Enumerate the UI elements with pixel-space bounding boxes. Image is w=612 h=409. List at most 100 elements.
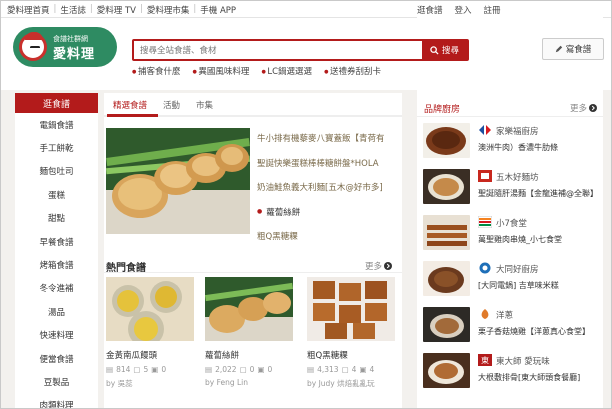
- separator: |: [89, 4, 93, 14]
- sidebar-item[interactable]: 蛋糕: [15, 183, 98, 206]
- top-link-magazine[interactable]: 生活誌: [60, 4, 86, 16]
- recipe-title[interactable]: 粗Q黑糖粿: [307, 349, 395, 361]
- views-icon: ▤: [307, 365, 315, 374]
- hot-link[interactable]: 捕客食什麼: [132, 65, 181, 77]
- sidebar-item[interactable]: 甜點: [15, 207, 98, 230]
- recipe-author[interactable]: by 吳蕊: [106, 378, 194, 389]
- brand-recipe-link[interactable]: 澳洲牛肉）香濃牛肋條: [478, 142, 601, 153]
- headline-link[interactable]: 聖誕快樂蛋糕棒棒糖餅盤*HOLA: [257, 151, 399, 176]
- featured-recipe-image[interactable]: [106, 128, 250, 234]
- brand-entry[interactable]: 家樂福廚房 澳洲牛肉）香濃牛肋條: [423, 123, 601, 163]
- tab-events[interactable]: 活動: [163, 99, 180, 111]
- brand-recipe-link[interactable]: 大根敷排骨[東大師頭食餐廳]: [478, 372, 601, 383]
- hot-link[interactable]: 異國風味料理: [192, 65, 249, 77]
- recipe-thumbnail[interactable]: [205, 277, 293, 341]
- headline-link[interactable]: 奶油鮭魚義大利麵[五木@好市多]: [257, 175, 399, 200]
- recipe-thumbnail[interactable]: [106, 277, 194, 341]
- top-link-market[interactable]: 愛料理市集: [147, 4, 190, 16]
- brand-recipe-link[interactable]: [大同電鍋] 吉草味米糕: [478, 280, 601, 291]
- arrow-right-circle-icon: [384, 262, 392, 270]
- recipe-card[interactable]: 蘿蔔絲餅 ▤ 2,022 ▢ 0 ▣ 0 by Feng Lin: [205, 277, 293, 387]
- comments-icon: ▣: [359, 365, 367, 374]
- top-link-app[interactable]: 手機 APP: [200, 4, 236, 16]
- separator: |: [53, 4, 57, 14]
- sidebar-item[interactable]: 電鍋食譜: [15, 113, 98, 136]
- brand-name[interactable]: 洋蔥: [496, 309, 513, 321]
- recipe-card[interactable]: 金黃南瓜饅頭 ▤ 814 ▢ 5 ▣ 0 by 吳蕊: [106, 277, 194, 389]
- sidebar-item[interactable]: 烤箱食譜: [15, 253, 98, 276]
- recipe-stats: ▤ 814 ▢ 5 ▣ 0: [106, 365, 194, 374]
- brand-thumbnail[interactable]: [423, 123, 470, 158]
- browser-frame: 愛料理首頁 | 生活誌 | 愛料理 TV | 愛料理市集 | 手機 APP 逛食…: [0, 0, 612, 409]
- brand-name[interactable]: 五木好麵坊: [496, 171, 539, 183]
- brand-name[interactable]: 家樂福廚房: [496, 125, 539, 137]
- sidebar-header[interactable]: 逛食譜: [15, 93, 98, 113]
- views-count: 814: [116, 365, 131, 374]
- recipe-card[interactable]: 粗Q黑糖粿 ▤ 4,313 ▢ 4 ▣ 4 by Judy 烘焙亂亂玩: [307, 277, 395, 389]
- brand-recipe-link[interactable]: 栗子香菇燒雞【洋蔥真心食堂】: [478, 326, 601, 337]
- likes-icon: ▢: [239, 365, 247, 374]
- brand-recipe-link[interactable]: 聖誕隨肝湯麵【金龍進補@全聯】: [478, 188, 601, 199]
- recipe-title[interactable]: 蘿蔔絲餅: [205, 349, 293, 361]
- brand-name[interactable]: 大同好廚房: [496, 263, 539, 275]
- popular-more-link[interactable]: 更多: [365, 260, 392, 272]
- sidebar-item[interactable]: 肉類料理: [15, 394, 98, 408]
- hot-link[interactable]: LC鍋選選選: [261, 65, 312, 77]
- headline-link[interactable]: 粗Q黑糖粿: [257, 224, 399, 249]
- sidebar-item[interactable]: 便當食譜: [15, 347, 98, 370]
- arrow-right-circle-icon: [589, 104, 597, 112]
- tab-featured[interactable]: 精選食譜: [113, 99, 147, 111]
- brand-entry[interactable]: 五木好麵坊 聖誕隨肝湯麵【金龍進補@全聯】: [423, 169, 601, 209]
- brand-kitchen-title: 品牌廚房: [424, 105, 461, 115]
- wumu-logo-icon: [478, 170, 492, 182]
- brand-name[interactable]: 東大師 愛玩味: [496, 355, 550, 367]
- search-icon: [430, 45, 439, 55]
- mascot-icon: [19, 32, 47, 61]
- search-input[interactable]: [140, 44, 420, 58]
- top-link-home[interactable]: 愛料理首頁: [7, 4, 50, 16]
- sidebar-item[interactable]: 快速料理: [15, 324, 98, 347]
- sidebar-item[interactable]: 早餐食譜: [15, 230, 98, 253]
- brand-thumbnail[interactable]: [423, 261, 470, 296]
- brand-recipe-link[interactable]: 萬聖雞肉串燒_小七食堂: [478, 234, 601, 245]
- hot-link[interactable]: 送禮券刮刮卡: [324, 65, 381, 77]
- brand-entry[interactable]: 大同好廚房 [大同電鍋] 吉草味米糕: [423, 261, 601, 301]
- headline-link-active[interactable]: 蘿蔔絲餅: [257, 200, 399, 225]
- food-photo: [106, 128, 250, 234]
- sidebar-item[interactable]: 豆製品: [15, 370, 98, 393]
- top-nav-links: 愛料理首頁 | 生活誌 | 愛料理 TV | 愛料理市集 | 手機 APP: [7, 4, 236, 16]
- headline-link[interactable]: 牛小排有機藜麥八寶蓋飯【青荷有: [257, 126, 399, 151]
- comments-icon: ▣: [151, 365, 159, 374]
- top-nav-bar: 愛料理首頁 | 生活誌 | 愛料理 TV | 愛料理市集 | 手機 APP 逛食…: [1, 1, 611, 321]
- site-logo[interactable]: 食譜社群網 愛料理: [13, 27, 117, 67]
- active-tab-indicator: [107, 114, 158, 117]
- sidebar-item[interactable]: 冬令進補: [15, 277, 98, 300]
- search-button[interactable]: 搜尋: [422, 41, 467, 59]
- brand-thumbnail[interactable]: [423, 353, 470, 388]
- brand-more-link[interactable]: 更多: [570, 102, 597, 114]
- carrefour-logo-icon: [479, 125, 491, 135]
- tab-market[interactable]: 市集: [196, 99, 213, 111]
- sidebar-item[interactable]: 湯品: [15, 300, 98, 323]
- comments-icon: ▣: [257, 365, 265, 374]
- brand-name[interactable]: 小7食堂: [496, 217, 527, 229]
- comments-count: 4: [369, 365, 375, 374]
- main-content: 精選食譜 活動 市集 牛小排有機藜麥八寶蓋飯【青荷有 聖誕快樂蛋糕棒棒糖餅盤*H…: [104, 93, 402, 408]
- sidebar-item[interactable]: 麵包吐司: [15, 160, 98, 183]
- separator: |: [193, 4, 197, 14]
- likes-count: 4: [351, 365, 357, 374]
- recipe-author[interactable]: by Judy 烘焙亂亂玩: [307, 378, 395, 389]
- brand-entry[interactable]: 小7食堂 萬聖雞肉串燒_小七食堂: [423, 215, 601, 255]
- top-link-tv[interactable]: 愛料理 TV: [97, 4, 136, 16]
- recipe-title[interactable]: 金黃南瓜饅頭: [106, 349, 194, 361]
- write-recipe-button[interactable]: 寫食譜: [542, 38, 604, 60]
- brand-thumbnail[interactable]: [423, 215, 470, 250]
- brand-entry[interactable]: 東 東大師 愛玩味 大根敷排骨[東大師頭食餐廳]: [423, 353, 601, 393]
- content-tabs: 精選食譜 活動 市集: [104, 93, 402, 117]
- brand-thumbnail[interactable]: [423, 169, 470, 204]
- recipe-thumbnail[interactable]: [307, 277, 395, 341]
- brand-thumbnail[interactable]: [423, 307, 470, 342]
- sidebar-item[interactable]: 手工餅乾: [15, 136, 98, 159]
- brand-entry[interactable]: 洋蔥 栗子香菇燒雞【洋蔥真心食堂】: [423, 307, 601, 347]
- recipe-author[interactable]: by Feng Lin: [205, 378, 293, 387]
